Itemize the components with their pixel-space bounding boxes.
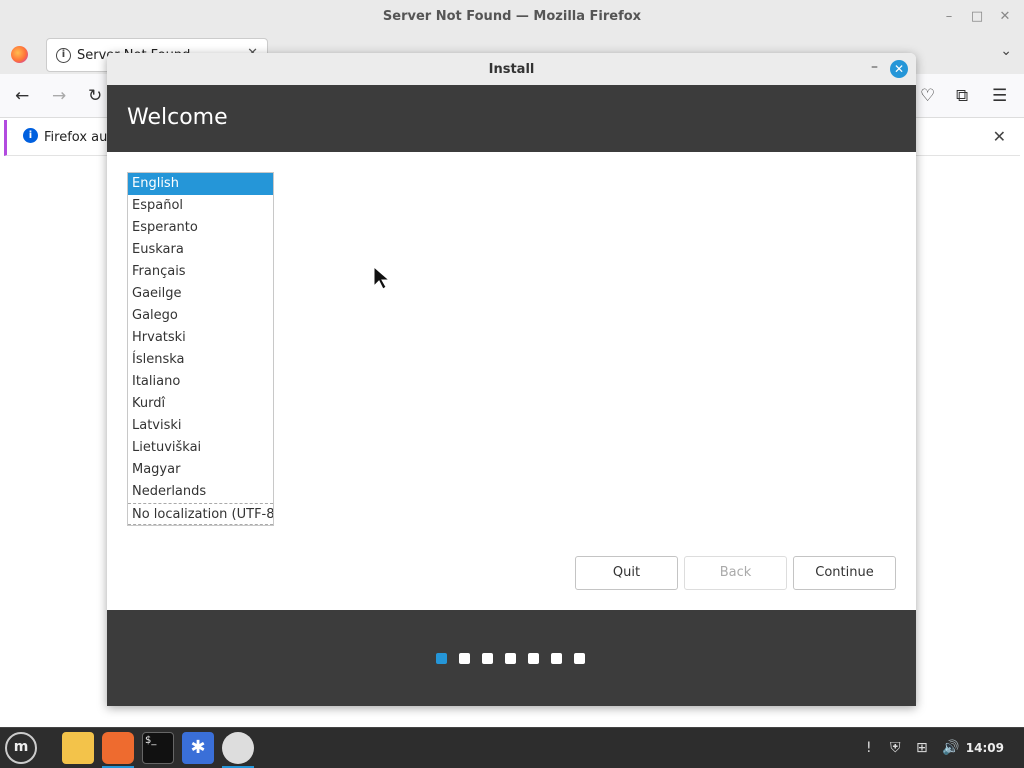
start-menu-icon[interactable]: m bbox=[5, 732, 37, 764]
window-title: Server Not Found — Mozilla Firefox bbox=[382, 9, 642, 24]
language-option[interactable]: Latviski bbox=[128, 415, 273, 437]
language-option[interactable]: Français bbox=[128, 261, 273, 283]
firefox-taskbar-icon[interactable] bbox=[102, 732, 134, 764]
dialog-titlebar: Install – ✕ bbox=[107, 53, 916, 85]
firefox-logo-icon[interactable] bbox=[11, 46, 28, 63]
notification-close-icon[interactable]: ✕ bbox=[993, 127, 1006, 146]
dialog-header: Welcome bbox=[107, 85, 916, 152]
language-option[interactable]: Nederlands bbox=[128, 481, 273, 503]
info-icon: i bbox=[23, 128, 38, 143]
forward-arrow-icon[interactable]: → bbox=[52, 86, 66, 106]
notification-text: Firefox au bbox=[44, 130, 108, 145]
mouse-cursor-icon bbox=[373, 266, 391, 290]
step-dot bbox=[459, 653, 470, 664]
pocket-icon[interactable]: ♡ bbox=[920, 86, 935, 106]
dialog-minimize-icon[interactable]: – bbox=[871, 59, 878, 75]
language-option[interactable]: Esperanto bbox=[128, 217, 273, 239]
language-option[interactable]: Magyar bbox=[128, 459, 273, 481]
continue-button[interactable]: Continue bbox=[793, 556, 896, 590]
step-indicator bbox=[436, 653, 585, 664]
step-dot bbox=[482, 653, 493, 664]
taskbar: m $_ ✱ ! ⛨ ⊞ 🔊 14:09 bbox=[0, 727, 1024, 768]
language-option[interactable]: Español bbox=[128, 195, 273, 217]
language-option[interactable]: Lietuviškai bbox=[128, 437, 273, 459]
step-dot bbox=[551, 653, 562, 664]
close-button[interactable]: ✕ bbox=[996, 8, 1014, 26]
installer-disc-icon[interactable] bbox=[222, 732, 254, 764]
language-option[interactable]: Hrvatski bbox=[128, 327, 273, 349]
step-dot bbox=[436, 653, 447, 664]
dialog-title: Install bbox=[488, 62, 535, 77]
clock[interactable]: 14:09 bbox=[966, 741, 1004, 755]
reload-icon[interactable]: ↻ bbox=[88, 86, 102, 106]
extensions-icon[interactable]: ⧉ bbox=[956, 86, 968, 106]
step-dot bbox=[528, 653, 539, 664]
accessibility-icon[interactable]: ✱ bbox=[182, 732, 214, 764]
back-button[interactable]: Back bbox=[684, 556, 787, 590]
volume-tray-icon[interactable]: 🔊 bbox=[942, 740, 959, 756]
menu-icon[interactable]: ☰ bbox=[992, 86, 1007, 106]
quit-button[interactable]: Quit bbox=[575, 556, 678, 590]
language-option[interactable]: Euskara bbox=[128, 239, 273, 261]
maximize-button[interactable]: □ bbox=[968, 8, 986, 26]
network-tray-icon[interactable]: ⊞ bbox=[916, 740, 928, 756]
minimize-button[interactable]: – bbox=[940, 8, 958, 26]
dialog-footer bbox=[107, 610, 916, 706]
language-option[interactable]: Íslenska bbox=[128, 349, 273, 371]
language-option[interactable]: Kurdî bbox=[128, 393, 273, 415]
shield-tray-icon[interactable]: ⛨ bbox=[890, 740, 901, 756]
back-arrow-icon[interactable]: ← bbox=[15, 86, 29, 106]
step-dot bbox=[574, 653, 585, 664]
language-list[interactable]: English Español Esperanto Euskara Français Ga… bbox=[127, 172, 274, 526]
terminal-icon[interactable]: $_ bbox=[142, 732, 174, 764]
language-option[interactable]: Gaeilge bbox=[128, 283, 273, 305]
step-dot bbox=[505, 653, 516, 664]
language-option[interactable]: Galego bbox=[128, 305, 273, 327]
install-dialog: Install – ✕ Welcome English Español Espera… bbox=[107, 53, 916, 706]
language-option[interactable]: No localization (UTF-8) bbox=[128, 503, 273, 525]
list-all-tabs-chevron-icon[interactable]: ⌄ bbox=[1000, 43, 1012, 59]
language-option[interactable]: Italiano bbox=[128, 371, 273, 393]
notifications-tray-icon[interactable]: ! bbox=[866, 740, 872, 756]
info-icon: i bbox=[56, 48, 71, 63]
page-title: Welcome bbox=[127, 105, 228, 130]
files-folder-icon[interactable] bbox=[62, 732, 94, 764]
firefox-titlebar: Server Not Found — Mozilla Firefox – □ ✕ bbox=[0, 0, 1024, 34]
dialog-close-icon[interactable]: ✕ bbox=[890, 60, 908, 78]
language-option[interactable]: English bbox=[128, 173, 273, 195]
